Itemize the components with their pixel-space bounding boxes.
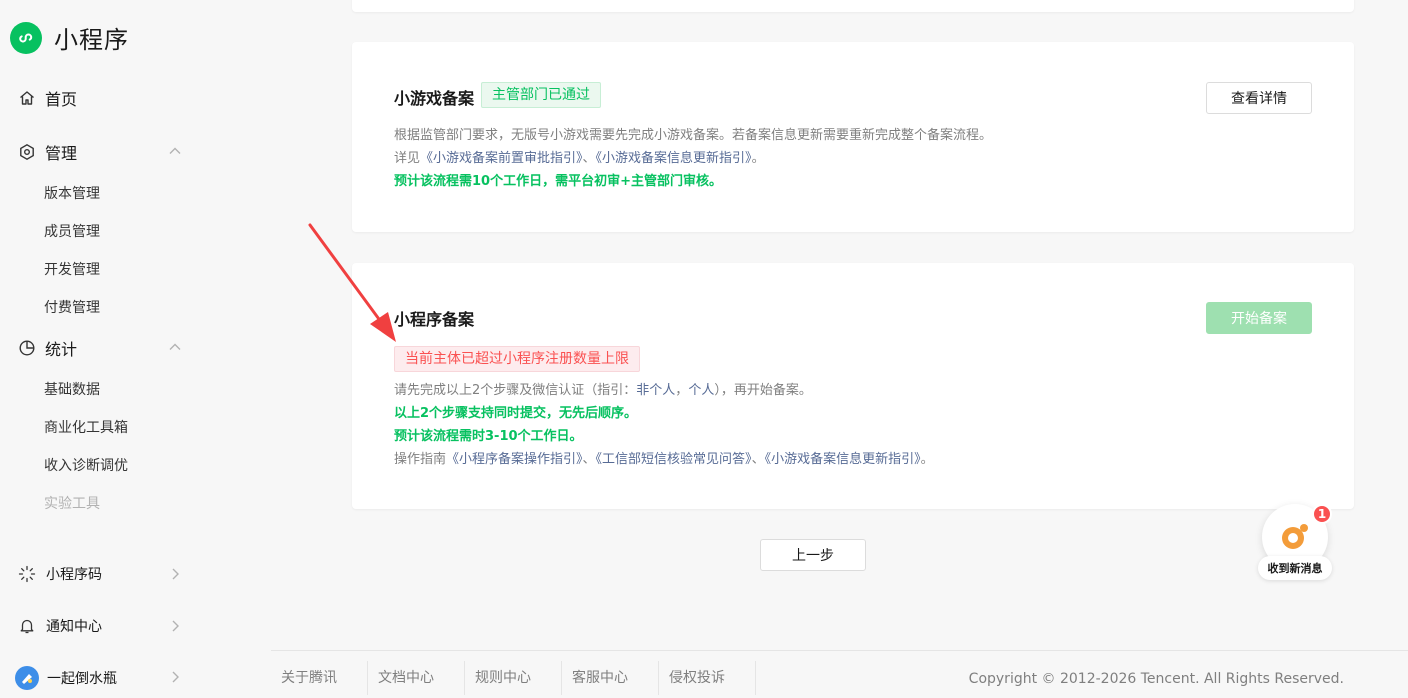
error-badge: 当前主体已超过小程序注册数量上限 xyxy=(394,346,640,372)
previous-step-button[interactable]: 上一步 xyxy=(760,539,866,571)
separator: ， xyxy=(675,383,689,398)
app-logo[interactable]: 小程序 xyxy=(10,20,129,55)
bell-icon xyxy=(18,617,36,635)
start-filing-button[interactable]: 开始备案 xyxy=(1206,302,1312,334)
guide-link[interactable]: 《小程序备案操作指引》 xyxy=(446,452,583,467)
description-line: 操作指南《小程序备案操作指引》、《工信部短信核验常见问答》、《小游戏备案信息更新… xyxy=(394,448,934,471)
separator: 、 xyxy=(582,151,596,166)
app-title: 小程序 xyxy=(54,26,129,54)
chevron-right-icon[interactable] xyxy=(168,567,182,581)
sidebar-item-label: 统计 xyxy=(45,340,78,359)
unread-count-badge: 1 xyxy=(1312,504,1332,524)
duration-note: 预计该流程需10个工作日，需平台初审+主管部门审核。 xyxy=(394,174,722,189)
sidebar: 小程序 首页 管理 版本管理 成员管理 开发管理 付费管理 统计 基础数据 商业… xyxy=(0,0,230,698)
copyright: Copyright © 2012-2026 Tencent. All Right… xyxy=(968,671,1344,687)
sparkle-icon xyxy=(18,565,36,583)
footer: 关于腾讯 文档中心 规则中心 客服中心 侵权投诉 Copyright © 201… xyxy=(271,650,1408,698)
chevron-right-icon[interactable] xyxy=(168,670,182,684)
sidebar-item-commerce-toolbox[interactable]: 商业化工具箱 xyxy=(44,417,128,437)
sidebar-item-qrcode[interactable]: 小程序码 xyxy=(18,564,102,584)
description-line: 详见《小游戏备案前置审批指引》、《小游戏备案信息更新指引》。 xyxy=(394,147,992,170)
sidebar-item-home[interactable]: 首页 xyxy=(18,86,77,110)
previous-step-card xyxy=(352,0,1354,12)
footer-link-docs[interactable]: 文档中心 xyxy=(368,661,465,695)
sidebar-item-manage[interactable]: 管理 xyxy=(18,140,77,164)
description-line: 根据监管部门要求，无版号小游戏需要先完成小游戏备案。若备案信息更新需要重新完成整… xyxy=(394,128,993,143)
sidebar-item-version[interactable]: 版本管理 xyxy=(44,183,100,203)
card-description: 请先完成以上2个步骤及微信认证（指引：非个人，个人），再开始备案。 以上2个步骤… xyxy=(394,379,934,471)
new-message-widget[interactable]: 1 收到新消息 xyxy=(1258,504,1332,582)
home-icon xyxy=(18,89,36,107)
guide-link[interactable]: 《工信部短信核验常见问答》 xyxy=(596,452,752,467)
text-span: ），再开始备案。 xyxy=(714,383,812,398)
sidebar-item-label: 首页 xyxy=(45,90,78,109)
parallel-note: 以上2个步骤支持同时提交，无先后顺序。 xyxy=(394,406,638,421)
minigame-filing-card: 小游戏备案 主管部门已通过 查看详情 根据监管部门要求，无版号小游戏需要先完成小… xyxy=(352,42,1354,232)
card-title: 小游戏备案 xyxy=(394,89,475,108)
chevron-up-icon[interactable] xyxy=(168,144,182,158)
sidebar-item-members[interactable]: 成员管理 xyxy=(44,221,100,241)
sidebar-item-label: 管理 xyxy=(45,144,78,163)
separator: 、 xyxy=(582,452,596,467)
sidebar-item-label: 通知中心 xyxy=(46,619,102,635)
sidebar-item-payment[interactable]: 付费管理 xyxy=(44,297,100,317)
chevron-right-icon[interactable] xyxy=(168,619,182,633)
guide-link[interactable]: 《小游戏备案信息更新指引》 xyxy=(765,452,921,467)
message-orb-icon xyxy=(1282,524,1308,549)
text-span: 详见 xyxy=(394,151,421,166)
footer-link-about[interactable]: 关于腾讯 xyxy=(271,661,368,695)
sidebar-item-revenue-diagnosis[interactable]: 收入诊断调优 xyxy=(44,455,128,475)
sidebar-item-experiment-tools[interactable]: 实验工具 xyxy=(44,493,100,513)
separator: 、 xyxy=(751,452,765,467)
text-span: 请先完成以上2个步骤及微信认证（指引： xyxy=(394,383,637,398)
view-details-button[interactable]: 查看详情 xyxy=(1206,82,1312,114)
avatar xyxy=(15,666,39,690)
duration-note: 预计该流程需时3-10个工作日。 xyxy=(394,429,583,444)
message-label: 收到新消息 xyxy=(1258,556,1332,580)
status-badge: 主管部门已通过 xyxy=(481,82,601,108)
sidebar-item-stats[interactable]: 统计 xyxy=(18,336,77,360)
guide-link[interactable]: 《小游戏备案前置审批指引》 xyxy=(420,151,583,166)
footer-links: 关于腾讯 文档中心 规则中心 客服中心 侵权投诉 xyxy=(271,661,756,695)
chevron-up-icon[interactable] xyxy=(168,340,182,354)
card-description: 根据监管部门要求，无版号小游戏需要先完成小游戏备案。若备案信息更新需要重新完成整… xyxy=(394,124,992,193)
sidebar-item-label: 一起倒水瓶 xyxy=(47,671,117,687)
footer-link-complaints[interactable]: 侵权投诉 xyxy=(659,661,756,695)
pie-chart-icon xyxy=(18,339,36,357)
sidebar-item-notifications[interactable]: 通知中心 xyxy=(18,616,102,636)
text-span: 。 xyxy=(751,151,765,166)
text-span: 。 xyxy=(920,452,934,467)
annotation-arrow-icon xyxy=(308,223,396,342)
miniprogram-filing-card: 小程序备案 开始备案 当前主体已超过小程序注册数量上限 请先完成以上2个步骤及微… xyxy=(352,263,1354,509)
text-span: 操作指南 xyxy=(394,452,447,467)
settings-hexagon-icon xyxy=(18,143,36,161)
sidebar-item-development[interactable]: 开发管理 xyxy=(44,259,100,279)
sidebar-item-account[interactable]: 一起倒水瓶 xyxy=(15,666,117,690)
sidebar-item-label: 小程序码 xyxy=(46,567,102,583)
sidebar-item-basic-data[interactable]: 基础数据 xyxy=(44,379,100,399)
footer-link-rules[interactable]: 规则中心 xyxy=(465,661,562,695)
footer-link-support[interactable]: 客服中心 xyxy=(562,661,659,695)
description-line: 请先完成以上2个步骤及微信认证（指引：非个人，个人），再开始备案。 xyxy=(394,379,934,402)
guide-link[interactable]: 《小游戏备案信息更新指引》 xyxy=(596,151,752,166)
miniprogram-logo-icon xyxy=(10,21,42,54)
guide-link[interactable]: 个人 xyxy=(688,383,714,398)
guide-link[interactable]: 非个人 xyxy=(636,383,675,398)
